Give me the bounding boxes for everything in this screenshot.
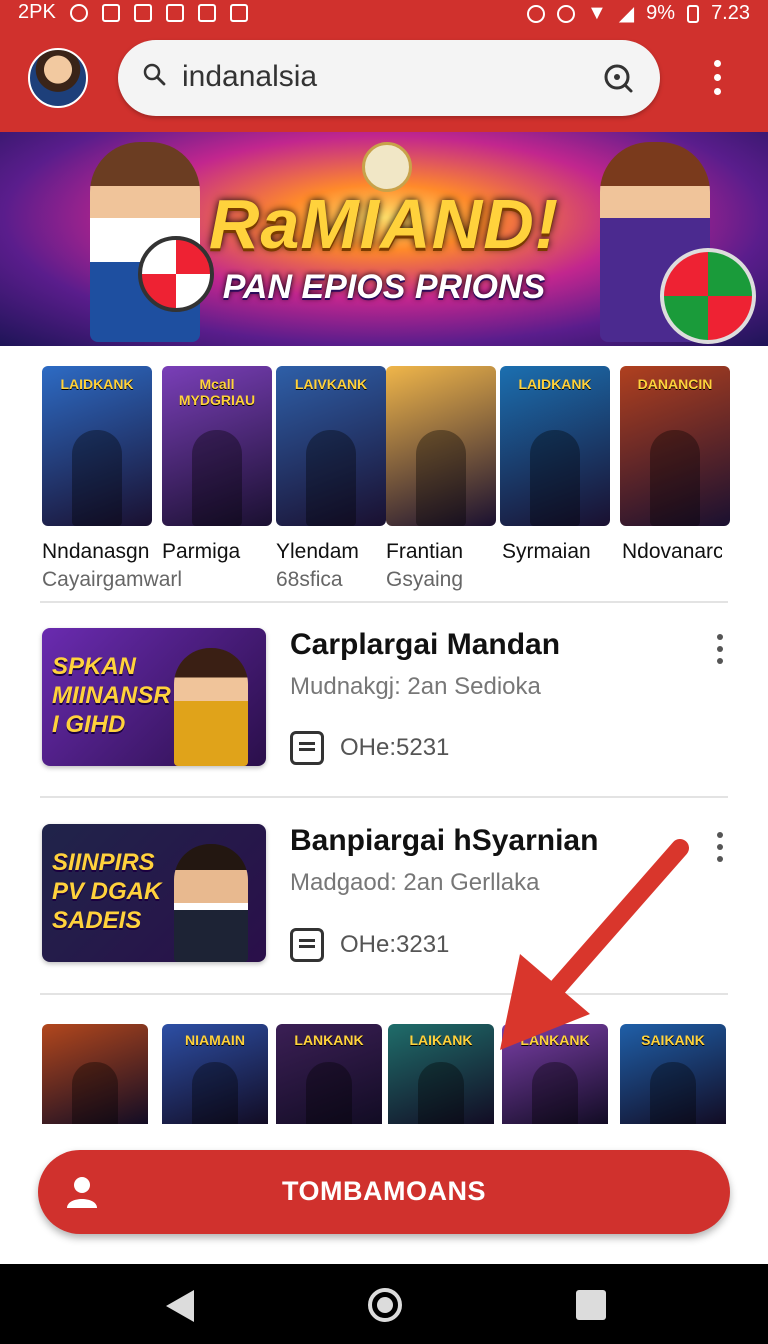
game-tile-bottom-1[interactable]	[42, 1024, 148, 1124]
system-nav-bar	[0, 1264, 768, 1344]
tile-name[interactable]: Nndanasgn	[42, 540, 149, 564]
cards-notification-icon	[197, 3, 216, 22]
signal-icon: ◢	[618, 3, 635, 25]
thumbnail-character	[174, 648, 248, 766]
list-thumbnail[interactable]: SPKAN MIINANSR I GIHD	[42, 628, 266, 766]
lens-icon[interactable]	[602, 62, 634, 94]
tile-name[interactable]: Syrmaian	[502, 540, 591, 564]
battery-percent: 9%	[646, 2, 676, 24]
tile-subtitle: Gsyaing	[386, 568, 464, 591]
tile-character	[72, 1062, 118, 1124]
tile-art-title: DANANCIN	[637, 376, 713, 392]
game-tile-2[interactable]: Mcall MYDGRIAU	[162, 366, 272, 526]
search-icon	[143, 63, 166, 86]
help-notification-icon	[69, 3, 88, 22]
tile-art-title: LAIDKANK	[518, 376, 592, 392]
divider	[40, 796, 728, 798]
carrier-label: 2PK	[18, 1, 56, 23]
primary-action-label: TOMBAMOANS	[282, 1176, 486, 1206]
list-item-title[interactable]: Carplargai Mandan	[290, 628, 560, 662]
tile-name[interactable]: Frantian	[386, 540, 463, 564]
banner-subtitle: PAN EPIOS PRIONS	[222, 268, 546, 306]
image-notification-icon	[133, 3, 152, 22]
list-item-meta: OHe:3231	[290, 927, 449, 963]
meta-value: OHe:3231	[340, 931, 450, 958]
game-tile-1[interactable]: LAIDKANK	[42, 366, 152, 526]
vibrate-icon	[526, 4, 545, 23]
tile-art-title: LANKANK	[294, 1032, 364, 1048]
status-bar: 2PK ▼ ◢ 9% 7.23	[0, 0, 768, 25]
clipboard-notification-icon	[229, 3, 248, 22]
tile-art-title: NIAMAIN	[185, 1032, 245, 1048]
search-bar[interactable]: indanalsia	[118, 40, 660, 116]
wifi-icon: ▼	[586, 2, 607, 24]
tile-art-title: Mcall MYDGRIAU	[178, 376, 256, 408]
list-thumbnail[interactable]: SIINPIRS PV DGAK SADEIS	[42, 824, 266, 962]
back-icon[interactable]	[166, 1290, 194, 1322]
thumbnail-title: SPKAN MIINANSR I GIHD	[52, 653, 171, 738]
phone-notification-icon	[101, 3, 120, 22]
app-header: 2PK ▼ ◢ 9% 7.23 indanalsia	[0, 0, 768, 132]
tile-character	[306, 1062, 352, 1124]
primary-action-button[interactable]: TOMBAMOANS	[38, 1150, 730, 1234]
promo-banner[interactable]: RaMIAND! PAN EPIOS PRIONS	[0, 132, 768, 346]
more-options-icon[interactable]	[712, 634, 728, 670]
tile-art-title: LAIVKANK	[294, 376, 368, 392]
list-item-meta: OHe:5231	[290, 730, 449, 766]
tile-character	[306, 430, 356, 526]
more-options-icon[interactable]	[712, 832, 728, 868]
game-tile-6[interactable]: DANANCIN	[620, 366, 730, 526]
clock: 7.23	[711, 2, 750, 24]
tile-subtitle: 68sfica	[276, 568, 343, 591]
game-tile-5[interactable]: LAIDKANK	[500, 366, 610, 526]
red-arrow-annotation	[500, 839, 689, 1050]
tile-character	[650, 430, 700, 526]
play-notification-icon	[165, 3, 184, 22]
search-input[interactable]: indanalsia	[182, 60, 317, 94]
tile-art-title: LAIKANK	[409, 1032, 473, 1048]
tile-name[interactable]: Ndovanarc	[622, 540, 722, 564]
tile-character	[416, 430, 466, 526]
thumbnail-character	[174, 844, 248, 962]
home-icon[interactable]	[368, 1288, 402, 1322]
grid-icon	[290, 731, 324, 765]
game-tile-bottom-4[interactable]: LAIKANK	[388, 1024, 494, 1124]
tile-character	[530, 430, 580, 526]
game-tile-3[interactable]: LAIVKANK	[276, 366, 386, 526]
tile-art-title: LAIDKANK	[60, 376, 134, 392]
tile-character	[650, 1062, 696, 1124]
tile-subtitle: Cayairgamwarl	[42, 568, 183, 591]
alarm-icon	[556, 4, 575, 23]
tile-character	[418, 1062, 464, 1124]
avatar[interactable]	[28, 48, 88, 108]
recent-apps-icon[interactable]	[576, 1290, 606, 1320]
tile-name[interactable]: Parmiga	[162, 540, 240, 564]
tile-name[interactable]: Ylendam	[276, 540, 359, 564]
tile-character	[192, 1062, 238, 1124]
thumbnail-title: SIINPIRS PV DGAK SADEIS	[52, 849, 162, 934]
meta-value: OHe:5231	[340, 734, 450, 761]
banner-title: RaMIAND!	[208, 185, 560, 263]
tile-character	[192, 430, 242, 526]
divider	[40, 601, 728, 603]
game-tile-bottom-2[interactable]: NIAMAIN	[162, 1024, 268, 1124]
game-tile-4[interactable]	[386, 366, 496, 526]
game-tile-bottom-3[interactable]: LANKANK	[276, 1024, 382, 1124]
list-item-subtitle: Mudnakgj: 2an Sedioka	[290, 673, 541, 700]
tile-character	[532, 1062, 578, 1124]
tile-character	[72, 430, 122, 526]
grid-icon	[290, 928, 324, 962]
battery-icon	[687, 4, 700, 23]
more-options-icon[interactable]	[706, 60, 728, 100]
